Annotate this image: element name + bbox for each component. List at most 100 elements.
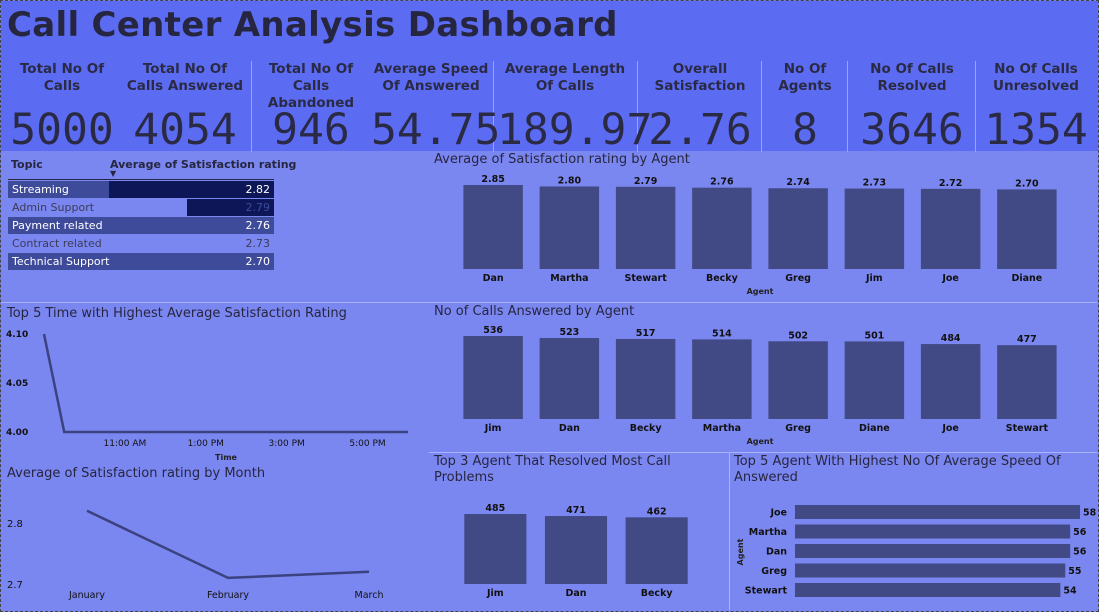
x-tick-label: Martha (550, 273, 588, 284)
chart-bar (692, 187, 752, 269)
chart-bar (625, 517, 688, 584)
kpi-speed-answered-label: Average Speed Of Answered (373, 61, 489, 94)
chart-bar (920, 344, 981, 419)
x-tick-label: Greg (785, 423, 811, 434)
data-label: 485 (485, 503, 505, 514)
table-row[interactable]: Streaming 2.82 (8, 181, 274, 198)
x-tick-label: Becky (641, 588, 674, 599)
x-tick-label: 3:00 PM (269, 439, 305, 449)
data-label: 2.80 (558, 175, 582, 186)
chart-title-top3-resolved: Top 3 Agent That Resolved Most Call Prob… (434, 454, 671, 485)
x-tick-label: January (68, 590, 105, 601)
chart-bar (692, 339, 752, 419)
table-row[interactable]: Technical Support 2.70 (8, 253, 274, 270)
kpi-total-calls-value: 5000 (10, 105, 114, 155)
chart-bar (768, 188, 828, 269)
y-tick-label: Greg (761, 566, 787, 577)
y-tick-label: 4.10 (6, 330, 28, 340)
data-label: 55 (1068, 566, 1081, 577)
table-header-topic[interactable]: Topic (11, 158, 43, 171)
kpi-agents-label: No Of Agents (778, 61, 832, 94)
x-axis-title: Agent (747, 437, 774, 446)
kpi-divider (251, 61, 252, 152)
kpi-calls-answered-value: 4054 (133, 105, 237, 155)
table-cell-value: 2.76 (245, 219, 271, 232)
chart-bar (539, 186, 600, 269)
data-label: 56 (1073, 547, 1087, 558)
chart-title-calls-by-agent: No of Calls Answered by Agent (434, 304, 635, 319)
y-tick-label: Joe (769, 508, 787, 519)
kpi-satisfaction-label: Overall Satisfaction (654, 61, 746, 94)
x-tick-label: Stewart (1006, 423, 1049, 434)
y-axis-title: Agent (736, 538, 745, 565)
table-cell-value: 2.82 (245, 183, 271, 196)
data-label: 2.70 (1015, 178, 1039, 189)
x-tick-label: Martha (703, 423, 741, 434)
table-row[interactable]: Contract related 2.73 (8, 235, 274, 252)
table-cell-topic: Streaming (12, 183, 69, 196)
chart-title-sat-by-month: Average of Satisfaction rating by Month (7, 466, 266, 481)
kpi-calls-unresolved-value: 1354 (984, 105, 1088, 155)
data-label: 462 (647, 506, 667, 517)
data-label: 501 (864, 330, 884, 341)
y-tick-label: 2.8 (7, 519, 23, 530)
x-axis-title: Agent (747, 287, 774, 296)
top3-resolved-chart[interactable]: 485 Jim 471 Dan 462 Becky (455, 490, 725, 606)
y-tick-label: 4.05 (6, 379, 28, 389)
data-label: 523 (559, 327, 579, 338)
kpi-header: Call Center Analysis Dashboard Total No … (1, 1, 1098, 155)
data-label: 2.85 (481, 174, 504, 185)
sort-desc-icon[interactable]: ▼ (110, 169, 116, 178)
data-label: 2.73 (863, 178, 886, 189)
chart-bar (920, 188, 981, 269)
data-label: 536 (483, 325, 503, 336)
table-header-rule (8, 179, 274, 180)
y-tick-label: 4.00 (6, 428, 28, 438)
x-tick-label: Jim (484, 423, 502, 434)
y-tick-label: Stewart (745, 586, 788, 597)
x-tick-label: Greg (785, 273, 811, 284)
data-label: 2.79 (634, 176, 657, 187)
x-tick-label: Dan (483, 273, 504, 284)
sat-by-agent-chart[interactable]: 2.85 Dan 2.80 Martha 2.79 Stewart 2.76 Becky 2.7… (455, 172, 1075, 300)
kpi-calls-abandoned-value: 946 (272, 105, 350, 155)
panel-divider (429, 452, 1097, 453)
chart-title-top5-speed: Top 5 Agent With Highest No Of Average S… (734, 454, 1061, 485)
table-row[interactable]: Payment related 2.76 (8, 217, 274, 234)
panel-divider (1, 302, 429, 303)
top5-speed-chart[interactable]: Joe 58 Martha 56 Dan 56 Greg 55 Stewart 54 Agent (730, 492, 1096, 606)
chart-bar (615, 338, 676, 419)
x-tick-label: February (207, 590, 249, 601)
x-tick-label: 5:00 PM (349, 439, 385, 449)
chart-bar (997, 345, 1057, 419)
series-line (86, 509, 370, 580)
data-label: 502 (788, 330, 808, 341)
table-cell-topic: Payment related (12, 219, 103, 232)
kpi-calls-unresolved-label: No Of Calls Unresolved (993, 61, 1079, 94)
data-label: 471 (566, 505, 586, 516)
chart-bar (795, 563, 1066, 578)
panel-divider (429, 302, 1097, 303)
x-tick-label: March (355, 590, 384, 601)
top5-time-chart[interactable]: 4.10 4.05 4.00 11:00 AM 1:00 PM 3:00 PM 5:00 P… (0, 322, 428, 464)
data-label: 58 (1083, 508, 1096, 519)
chart-bar (463, 336, 523, 419)
chart-bar (795, 544, 1071, 558)
calls-by-agent-chart[interactable]: 536 Jim 523 Dan 517 Becky 514 Martha 502 Greg 501 D… (455, 322, 1075, 450)
sat-by-month-chart[interactable]: 2.8 2.7 January February March (0, 484, 428, 608)
data-label: 2.74 (786, 177, 810, 188)
data-label: 517 (636, 328, 656, 339)
table-cell-value: 2.70 (245, 255, 271, 268)
chart-bar (844, 188, 905, 269)
data-label: 514 (712, 328, 732, 339)
table-row[interactable]: Admin Support 2.79 (8, 199, 274, 216)
data-label: 54 (1063, 586, 1077, 597)
chart-bar (844, 341, 905, 419)
y-tick-label: Dan (766, 547, 787, 558)
x-tick-label: Becky (630, 423, 663, 434)
data-label: 484 (941, 333, 961, 344)
table-header-satisfaction[interactable]: Average of Satisfaction rating (110, 158, 296, 171)
kpi-divider (847, 61, 848, 152)
kpi-speed-answered-value: 54.75 (371, 105, 501, 155)
chart-bar (615, 186, 676, 269)
